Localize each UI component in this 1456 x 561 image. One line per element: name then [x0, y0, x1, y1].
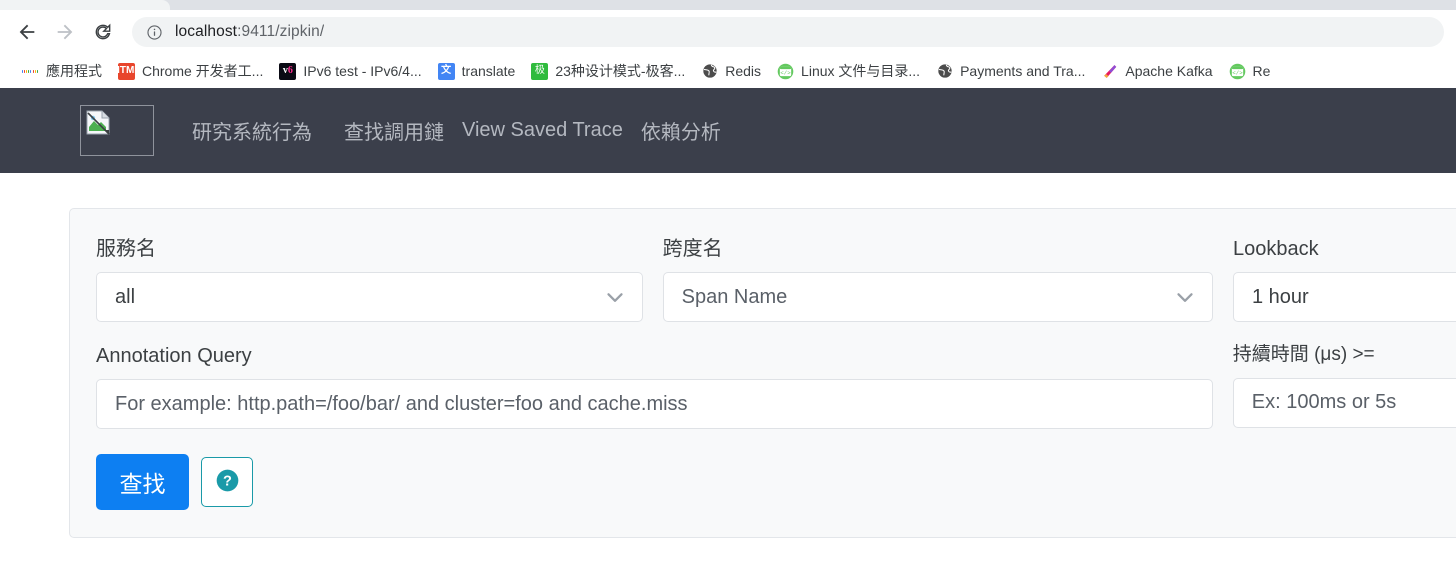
browser-chrome: localhost:9411/zipkin/ 應用程式 HTML Chrome … — [0, 0, 1456, 88]
annotation-query-field: Annotation Query For example: http.path=… — [96, 344, 1213, 429]
service-name-select[interactable]: all — [96, 272, 643, 322]
service-name-value: all — [115, 285, 136, 308]
zipkin-navbar: 研究系統行為 查找調用鏈 View Saved Trace 依賴分析 — [0, 88, 1456, 173]
nav-link-dependencies[interactable]: 依賴分析 — [641, 116, 721, 145]
nav-link-discover[interactable]: 研究系統行為 — [192, 116, 312, 145]
url-path: :9411/zipkin/ — [237, 23, 325, 40]
search-actions: 查找 ? — [96, 454, 1456, 510]
chevron-down-icon — [602, 284, 628, 310]
help-button[interactable]: ? — [201, 457, 253, 507]
url-host: localhost — [175, 23, 238, 40]
lookback-select[interactable]: 1 hour — [1232, 272, 1456, 322]
zipkin-nav-links: 研究系統行為 查找調用鏈 View Saved Trace 依賴分析 — [192, 116, 721, 145]
row-spacer — [96, 322, 1456, 344]
zipkin-logo[interactable] — [80, 105, 154, 156]
address-bar-text: localhost:9411/zipkin/ — [175, 23, 324, 41]
span-name-select[interactable]: Span Name — [662, 272, 1213, 322]
bookmark-label: 23种设计模式-极客... — [555, 63, 686, 79]
tab-strip — [0, 0, 1456, 10]
annotation-query-input[interactable]: For example: http.path=/foo/bar/ and clu… — [96, 379, 1213, 429]
reload-icon — [93, 22, 113, 42]
nav-link-view-saved-trace[interactable]: View Saved Trace — [462, 119, 623, 142]
forward-arrow-icon — [54, 21, 76, 43]
duration-placeholder: Ex: 100ms or 5s — [1251, 391, 1397, 414]
trace-search-panel: 服務名 all 跨度名 Span Name Lookback 1 hour An… — [69, 208, 1456, 538]
bookmark-ipv6-test[interactable]: v6 IPv6 test - IPv6/4... — [271, 58, 429, 84]
search-row-top: 服務名 all 跨度名 Span Name Lookback 1 hour — [96, 237, 1456, 322]
bookmark-label: Payments and Tra... — [960, 63, 1086, 79]
svg-text:</>: </> — [780, 69, 791, 76]
svg-text:?: ? — [223, 474, 232, 490]
bookmark-label: Redis — [725, 63, 762, 79]
span-name-value: Span Name — [681, 285, 788, 308]
annotation-query-placeholder: For example: http.path=/foo/bar/ and clu… — [115, 392, 688, 415]
bookmark-label: IPv6 test - IPv6/4... — [303, 63, 422, 79]
bookmark-design-patterns[interactable]: 极 23种设计模式-极客... — [523, 58, 693, 84]
bookmark-linux-files[interactable]: </> Linux 文件与目录... — [769, 58, 928, 84]
globe-icon — [936, 62, 954, 80]
service-name-label: 服務名 — [96, 238, 156, 260]
lookback-label: Lookback — [1232, 238, 1319, 260]
jikeshijian-icon: 极 — [531, 62, 549, 80]
bookmark-label: Apache Kafka — [1125, 63, 1213, 79]
bookmark-apps[interactable]: 應用程式 — [14, 58, 110, 84]
nav-link-find-traces[interactable]: 查找調用鏈 — [344, 116, 444, 145]
bookmark-label: Re — [1252, 63, 1271, 79]
v6-icon: v6 — [279, 62, 297, 80]
back-button[interactable] — [10, 15, 44, 49]
address-bar[interactable]: localhost:9411/zipkin/ — [132, 17, 1444, 47]
service-name-field: 服務名 all — [96, 237, 643, 322]
bookmark-overflow-partial[interactable]: </> Re — [1221, 58, 1279, 84]
chevron-down-icon — [1172, 284, 1198, 310]
code-window-icon: </> — [1228, 62, 1246, 80]
lookback-value: 1 hour — [1251, 285, 1309, 308]
kafka-icon — [1101, 62, 1119, 80]
browser-toolbar: localhost:9411/zipkin/ — [0, 10, 1456, 54]
span-name-field: 跨度名 Span Name — [662, 237, 1213, 322]
globe-icon — [701, 62, 719, 80]
bookmark-label: Linux 文件与目录... — [801, 63, 921, 79]
bookmarks-bar: 應用程式 HTML Chrome 开发者工... v6 IPv6 test - … — [0, 54, 1456, 88]
bookmark-translate[interactable]: 文 translate — [430, 58, 524, 84]
duration-field: 持續時間 (μs) >= Ex: 100ms or 5s — [1232, 344, 1456, 428]
duration-input[interactable]: Ex: 100ms or 5s — [1232, 377, 1456, 428]
annotation-query-label: Annotation Query — [96, 345, 252, 367]
zipkin-app: 研究系統行為 查找調用鏈 View Saved Trace 依賴分析 服務名 a… — [0, 88, 1456, 538]
forward-button[interactable] — [48, 15, 82, 49]
bookmark-label: Chrome 开发者工... — [142, 63, 264, 79]
google-translate-icon: 文 — [437, 62, 455, 80]
duration-label: 持續時間 (μs) >= — [1232, 344, 1375, 365]
bookmark-label: 應用程式 — [46, 63, 102, 79]
html5-icon: HTML — [118, 62, 135, 80]
site-info-icon[interactable] — [146, 24, 163, 41]
bookmark-chrome-devtools[interactable]: HTML Chrome 开发者工... — [110, 58, 271, 84]
back-arrow-icon — [16, 21, 38, 43]
reload-button[interactable] — [86, 15, 120, 49]
bookmark-payments[interactable]: Payments and Tra... — [928, 58, 1093, 84]
lookback-field: Lookback 1 hour — [1232, 237, 1456, 322]
broken-image-icon — [85, 110, 111, 141]
code-window-icon: </> — [777, 62, 795, 80]
zipkin-main: 服務名 all 跨度名 Span Name Lookback 1 hour An… — [0, 173, 1456, 538]
apps-grid-icon — [22, 63, 39, 80]
bookmark-apache-kafka[interactable]: Apache Kafka — [1093, 58, 1220, 84]
bookmark-label: translate — [461, 63, 516, 79]
span-name-label: 跨度名 — [662, 238, 723, 260]
question-circle-icon: ? — [215, 468, 240, 496]
search-row-bottom: Annotation Query For example: http.path=… — [96, 344, 1456, 429]
browser-tab[interactable] — [0, 0, 170, 10]
svg-text:</>: </> — [1232, 69, 1243, 76]
find-traces-button[interactable]: 查找 — [96, 454, 189, 510]
bookmark-redis[interactable]: Redis — [693, 58, 769, 84]
